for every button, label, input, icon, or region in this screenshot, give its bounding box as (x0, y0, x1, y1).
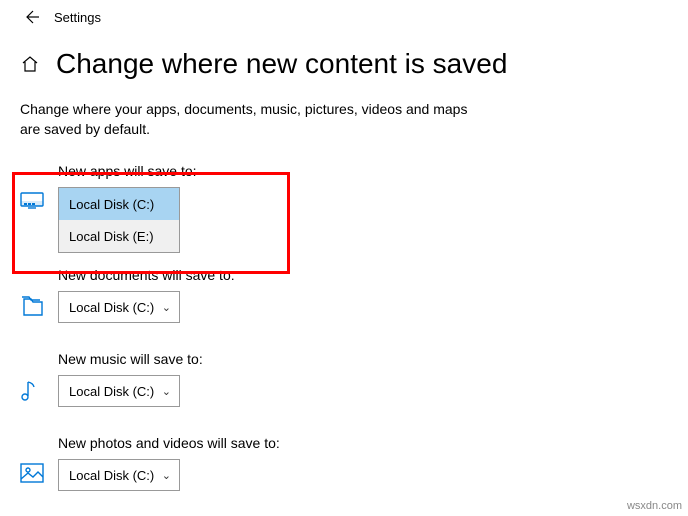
documents-save-label: New documents will save to: (58, 267, 668, 283)
documents-icon (20, 295, 44, 317)
select-value: Local Disk (C:) (69, 384, 154, 399)
chevron-down-icon: ⌄ (162, 469, 171, 482)
page-description: Change where your apps, documents, music… (0, 100, 500, 139)
documents-save-select[interactable]: Local Disk (C:) ⌄ (58, 291, 180, 323)
photos-save-select[interactable]: Local Disk (C:) ⌄ (58, 459, 180, 491)
chevron-down-icon: ⌄ (162, 385, 171, 398)
select-value: Local Disk (C:) (69, 468, 154, 483)
back-button[interactable] (22, 8, 40, 26)
page-title: Change where new content is saved (56, 48, 507, 80)
select-value: Local Disk (C:) (69, 300, 154, 315)
apps-icon (20, 191, 44, 211)
dropdown-option[interactable]: Local Disk (E:) (59, 220, 179, 252)
music-save-label: New music will save to: (58, 351, 668, 367)
music-icon (20, 379, 44, 403)
chevron-down-icon: ⌄ (162, 301, 171, 314)
music-save-select[interactable]: Local Disk (C:) ⌄ (58, 375, 180, 407)
photos-icon (20, 463, 44, 483)
apps-save-label: New apps will save to: (58, 163, 668, 179)
photos-save-label: New photos and videos will save to: (58, 435, 668, 451)
window-title: Settings (54, 10, 101, 25)
home-icon[interactable] (20, 54, 40, 74)
watermark: wsxdn.com (627, 500, 682, 512)
apps-save-dropdown[interactable]: Local Disk (C:) Local Disk (E:) (58, 187, 180, 253)
dropdown-option[interactable]: Local Disk (C:) (59, 188, 179, 220)
